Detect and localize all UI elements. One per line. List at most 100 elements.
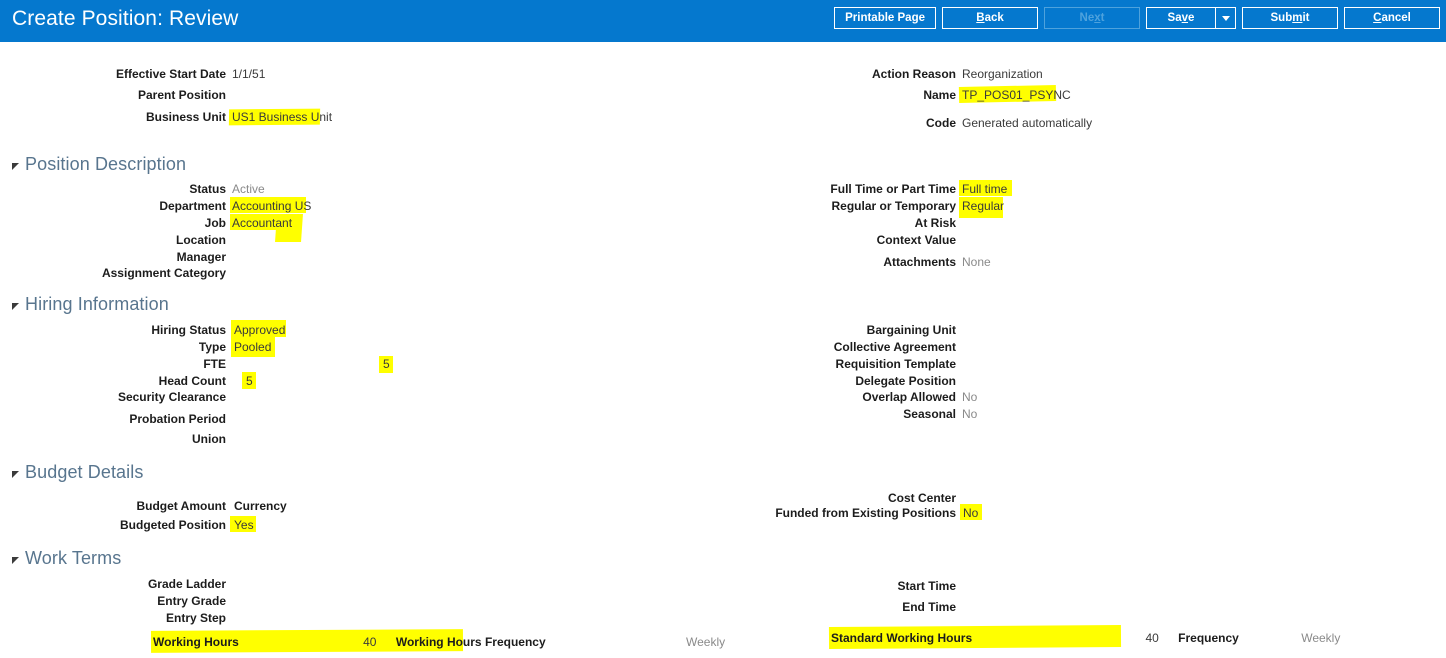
field-label: End Time [902, 600, 956, 614]
field-label: Working Hours [153, 635, 239, 649]
field-parent-position: Parent Position [0, 87, 700, 104]
field-label: Entry Grade [157, 594, 226, 608]
field-secondary-label-currency: Currency [234, 499, 287, 513]
field-action-reason: Action Reason Reorganization [700, 66, 1446, 83]
field-label: Entry Step [165, 611, 226, 625]
field-value: 5 [246, 374, 253, 388]
field-label: Department [159, 199, 226, 213]
field-value: No [963, 506, 979, 520]
field-job: Job Accountant [0, 214, 700, 242]
field-label: Job [204, 216, 226, 230]
field-value: Active [232, 182, 265, 196]
field-value: 1/1/51 [232, 67, 266, 81]
save-label: Save [1167, 12, 1195, 24]
collapse-triangle-icon [12, 556, 19, 564]
field-entry-step: Entry Step [0, 610, 700, 627]
save-split-button[interactable]: Save [1146, 7, 1236, 29]
section-header-position-description[interactable]: Position Description [12, 154, 186, 175]
field-effective-start-date: Effective Start Date 1/1/51 [0, 66, 700, 83]
field-value: 40 [1145, 631, 1159, 645]
save-dropdown-toggle[interactable] [1215, 8, 1235, 28]
field-label: Collective Agreement [833, 340, 956, 354]
field-assignment-category: Assignment Category [0, 265, 700, 282]
field-end-time: End Time [700, 599, 1446, 616]
field-value: Approved [234, 323, 286, 337]
field-secondary-label: Working Hours Frequency [395, 635, 546, 649]
field-label: Parent Position [137, 88, 226, 102]
section-title: Budget Details [25, 462, 144, 482]
back-button[interactable]: Back [942, 7, 1038, 29]
field-name: Name TP_POS01_PSYNC [700, 84, 1446, 104]
field-security-clearance: Security Clearance [0, 389, 700, 406]
next-button[interactable]: Next [1044, 7, 1140, 29]
field-label: Assignment Category [101, 266, 226, 280]
submit-label: Submit [1270, 12, 1310, 24]
field-budgeted-position: Budgeted Position Yes [0, 516, 700, 534]
field-label: Effective Start Date [115, 67, 226, 81]
field-label: Full Time or Part Time [830, 182, 956, 196]
review-content: Effective Start Date 1/1/51 Parent Posit… [0, 42, 1446, 658]
field-label: Code [926, 116, 956, 130]
field-value: Generated automatically [962, 116, 1093, 130]
field-label: Type [198, 340, 226, 354]
header-toolbar: Printable Page Back Next Save Submit Can… [834, 7, 1440, 29]
field-value: None [962, 255, 991, 269]
printable-page-label: Printable Page [845, 12, 925, 24]
save-button[interactable]: Save [1147, 8, 1215, 28]
field-label: Bargaining Unit [866, 323, 956, 337]
field-value: Accountant [232, 216, 293, 230]
field-label: Action Reason [871, 67, 956, 81]
collapse-triangle-icon [12, 162, 19, 170]
field-at-risk: At Risk [700, 215, 1446, 232]
field-label: Grade Ladder [147, 577, 226, 591]
submit-button[interactable]: Submit [1242, 7, 1338, 29]
field-value: Pooled [234, 340, 272, 354]
field-label: Union [192, 432, 226, 446]
collapse-triangle-icon [12, 470, 19, 478]
section-title: Hiring Information [25, 294, 169, 314]
field-label: Manager [176, 250, 226, 264]
section-title: Work Terms [25, 548, 122, 568]
field-type: Type Pooled [0, 337, 700, 357]
field-value: 40 [363, 635, 377, 649]
section-title: Position Description [25, 154, 187, 174]
section-header-budget-details[interactable]: Budget Details [12, 462, 143, 483]
field-label: Seasonal [903, 407, 956, 421]
collapse-triangle-icon [12, 302, 19, 310]
field-entry-grade: Entry Grade [0, 593, 700, 610]
cancel-label: Cancel [1373, 12, 1411, 24]
field-regular-or-temporary: Regular or Temporary Regular [700, 197, 1446, 218]
field-location: Location [0, 232, 700, 249]
field-head-count: Head Count 5 [0, 372, 700, 390]
application-header: Create Position: Review Printable Page B… [0, 0, 1446, 42]
printable-page-button[interactable]: Printable Page [834, 7, 936, 29]
field-union: Union [0, 431, 700, 448]
field-probation-period: Probation Period [0, 411, 700, 428]
field-label: Funded from Existing Positions [775, 506, 956, 520]
field-value: Full time [962, 182, 1008, 196]
field-code: Code Generated automatically [700, 115, 1446, 132]
field-context-value: Context Value [700, 232, 1446, 249]
field-seasonal: Seasonal No [700, 406, 1446, 423]
field-label: Hiring Status [151, 323, 226, 337]
field-bargaining-unit: Bargaining Unit [700, 322, 1446, 339]
field-value: US1 Business Unit [232, 110, 333, 124]
field-hiring-status: Hiring Status Approved [0, 320, 700, 339]
back-label: Back [976, 12, 1004, 24]
field-value: Yes [234, 518, 254, 532]
field-delegate-position: Delegate Position [700, 373, 1446, 390]
field-label: FTE [203, 357, 226, 371]
next-label: Next [1079, 12, 1105, 24]
field-manager: Manager [0, 249, 700, 266]
field-value: Accounting US [232, 199, 312, 213]
field-label: Regular or Temporary [831, 199, 956, 213]
field-label: Budget Amount [136, 499, 226, 513]
field-value: TP_POS01_PSYNC [962, 88, 1071, 102]
field-value: Reorganization [962, 67, 1043, 81]
field-label: Status [189, 182, 226, 196]
section-header-hiring-information[interactable]: Hiring Information [12, 294, 169, 315]
field-status: Status Active [0, 181, 700, 198]
section-header-work-terms[interactable]: Work Terms [12, 548, 121, 569]
cancel-button[interactable]: Cancel [1344, 7, 1440, 29]
field-label: Business Unit [145, 110, 226, 124]
